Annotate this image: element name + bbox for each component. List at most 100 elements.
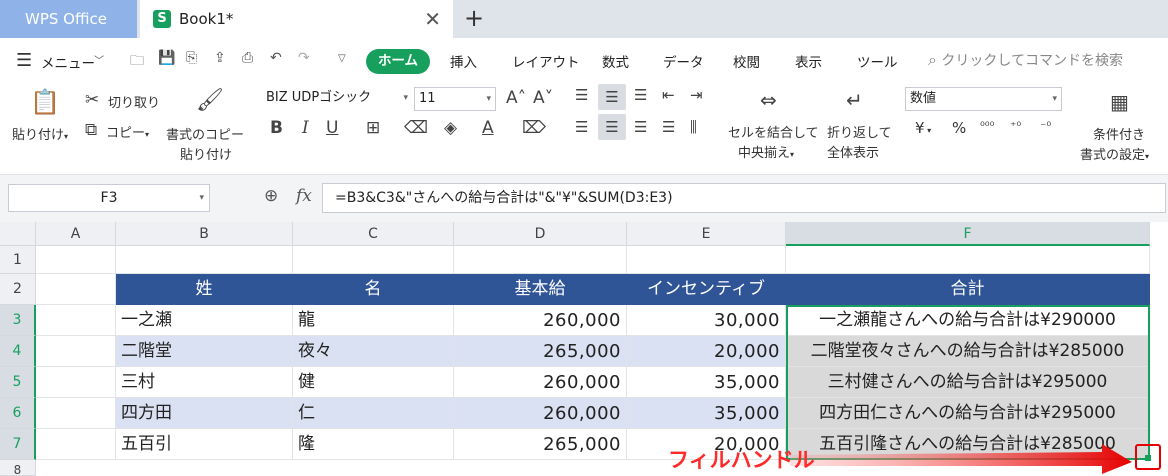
table-cell[interactable]: 260,000	[454, 305, 627, 336]
table-cell[interactable]: 仁	[293, 398, 454, 429]
tab-wps-office[interactable]: WPS Office	[0, 0, 137, 38]
format-copy-label-1[interactable]: 書式のコピー	[166, 124, 244, 143]
paste-icon[interactable]: 📋	[30, 88, 60, 116]
cell[interactable]	[36, 336, 116, 367]
align-top-icon[interactable]: ☰	[575, 86, 588, 104]
fill-handle[interactable]	[1145, 455, 1151, 461]
table-cell[interactable]: 龍	[293, 305, 454, 336]
indent-decrease-icon[interactable]: ⇤	[662, 86, 675, 104]
cell[interactable]	[454, 246, 627, 274]
column-header-b[interactable]: B	[116, 222, 293, 246]
table-cell[interactable]: 健	[293, 367, 454, 398]
close-tab-icon[interactable]: ✕	[424, 0, 441, 38]
tab-book1[interactable]: S Book1* ✕	[140, 0, 453, 38]
cell[interactable]	[627, 246, 786, 274]
table-cell[interactable]: 20,000	[627, 336, 786, 367]
header-cell-last-name[interactable]: 姓	[116, 274, 293, 305]
formula-input[interactable]: =B3&C3&"さんへの給与合計は"&"¥"&SUM(D3:E3)	[322, 183, 1166, 213]
wrap-label-2[interactable]: 全体表示	[827, 142, 879, 161]
thousands-icon[interactable]: ⁰⁰⁰	[980, 119, 994, 133]
tab-insert[interactable]: 挿入	[450, 51, 477, 71]
border-icon[interactable]: ⊞	[366, 118, 380, 138]
row-header-4[interactable]: 4	[0, 336, 36, 367]
copy-button[interactable]: コピー▾	[106, 122, 149, 141]
table-cell-total[interactable]: 一之瀬龍さんへの給与合計は¥290000	[786, 305, 1150, 336]
tab-review[interactable]: 校閲	[733, 51, 760, 71]
increase-decimal-icon[interactable]: ⁺⁰	[1010, 119, 1021, 133]
brush-icon[interactable]: 🖌	[196, 88, 224, 113]
open-folder-icon[interactable]: 🗀	[130, 50, 144, 74]
table-cell[interactable]: 35,000	[627, 398, 786, 429]
table-cell[interactable]: 四方田	[116, 398, 293, 429]
eraser-icon[interactable]: ⌦	[522, 118, 546, 138]
paste-button[interactable]: 貼り付け▾	[12, 124, 68, 143]
align-center-icon[interactable]: ☰	[598, 114, 626, 140]
wrap-label-1[interactable]: 折り返して	[827, 122, 892, 141]
header-cell-total[interactable]: 合計	[786, 274, 1150, 305]
merge-center-icon[interactable]: ⇔	[760, 88, 777, 112]
font-color-icon[interactable]: A	[482, 118, 494, 138]
justify-icon[interactable]: ☰	[662, 118, 675, 136]
row-header-6[interactable]: 6	[0, 398, 36, 429]
cell[interactable]	[116, 246, 293, 274]
table-cell[interactable]: 三村	[116, 367, 293, 398]
currency-button[interactable]: ¥ ▾	[915, 119, 931, 137]
font-name-select[interactable]: BIZ UDPゴシック ▾	[262, 87, 412, 111]
merge-label-1[interactable]: セルを結合して	[728, 122, 819, 141]
scissors-icon[interactable]: ✂	[85, 90, 99, 110]
increase-font-icon[interactable]: A˄	[506, 88, 526, 108]
tab-home[interactable]: ホーム	[366, 49, 430, 74]
merge-label-2[interactable]: 中央揃え▾	[738, 142, 794, 161]
tab-tools[interactable]: ツール	[857, 51, 898, 71]
cell[interactable]	[36, 367, 116, 398]
underline-icon[interactable]: U	[326, 118, 338, 138]
save-icon[interactable]: 💾	[158, 50, 175, 66]
header-cell-first-name[interactable]: 名	[293, 274, 454, 305]
table-cell[interactable]: 二階堂	[116, 336, 293, 367]
table-cell[interactable]: 夜々	[293, 336, 454, 367]
decrease-font-icon[interactable]: A˅	[533, 88, 553, 108]
align-left-icon[interactable]: ☰	[575, 118, 588, 136]
align-right-icon[interactable]: ☰	[634, 118, 647, 136]
row-header-7[interactable]: 7	[0, 429, 36, 460]
column-header-a[interactable]: A	[36, 222, 116, 246]
clear-format-icon[interactable]: ⌫	[404, 118, 428, 138]
fill-color-icon[interactable]: ◈	[444, 118, 457, 138]
decrease-decimal-icon[interactable]: ⁻⁰	[1040, 119, 1051, 133]
tab-data[interactable]: データ	[663, 51, 704, 71]
distributed-icon[interactable]: ⫼	[690, 118, 697, 136]
export-icon[interactable]: ⇪	[214, 50, 226, 66]
print-icon[interactable]: ⎙	[242, 50, 253, 66]
table-cell[interactable]: 260,000	[454, 398, 627, 429]
header-cell-base-salary[interactable]: 基本給	[454, 274, 627, 305]
row-header-3[interactable]: 3	[0, 305, 36, 336]
table-cell[interactable]: 265,000	[454, 429, 627, 460]
table-cell[interactable]: 265,000	[454, 336, 627, 367]
cell[interactable]	[36, 246, 116, 274]
cell[interactable]	[36, 398, 116, 429]
copy-icon[interactable]: ⧉	[85, 120, 97, 140]
percent-button[interactable]: %	[952, 119, 966, 137]
table-cell[interactable]: 30,000	[627, 305, 786, 336]
column-header-d[interactable]: D	[454, 222, 627, 246]
row-header-1[interactable]: 1	[0, 246, 36, 274]
new-tab-button[interactable]: +	[464, 0, 484, 36]
number-format-select[interactable]: 数値 ▾	[905, 87, 1062, 111]
column-header-e[interactable]: E	[627, 222, 786, 246]
align-bottom-icon[interactable]: ☰	[634, 86, 647, 104]
row-header-8[interactable]: 8	[0, 460, 36, 476]
row-header-2[interactable]: 2	[0, 274, 36, 305]
tab-view[interactable]: 表示	[795, 51, 822, 71]
cell[interactable]	[293, 246, 454, 274]
command-search[interactable]: ⌕ クリックしてコマンドを検索	[928, 50, 1123, 70]
chevron-down-icon[interactable]: ﹀	[94, 52, 104, 67]
conditional-label-1[interactable]: 条件付き	[1093, 124, 1145, 143]
column-header-c[interactable]: C	[293, 222, 454, 246]
undo-icon[interactable]: ↶	[270, 50, 282, 66]
table-cell[interactable]: 五百引	[116, 429, 293, 460]
align-middle-icon[interactable]: ☰	[598, 84, 626, 110]
cell[interactable]	[36, 429, 116, 460]
table-cell[interactable]: 隆	[293, 429, 454, 460]
row-header-5[interactable]: 5	[0, 367, 36, 398]
table-cell[interactable]: 35,000	[627, 367, 786, 398]
